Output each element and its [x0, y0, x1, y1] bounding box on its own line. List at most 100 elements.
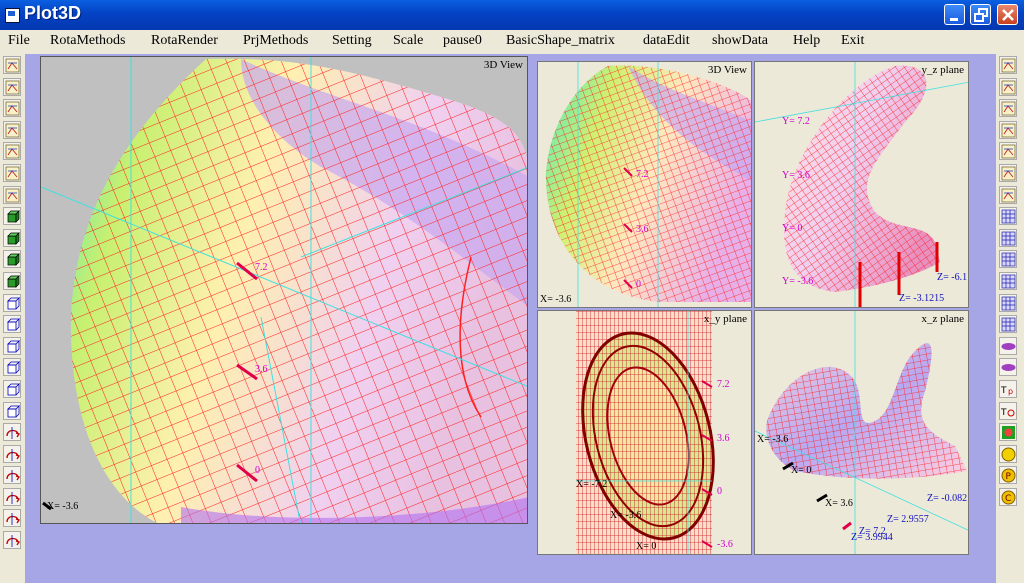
cube-icon	[7, 253, 20, 267]
grid-tool-button[interactable]	[999, 77, 1017, 96]
svg-text:T: T	[1000, 386, 1007, 396]
cube-outline-tool-button[interactable]	[3, 358, 21, 377]
menu-exit[interactable]: Exit	[841, 33, 864, 49]
net-icon	[1001, 274, 1016, 289]
cube-outline-tool-button[interactable]	[3, 293, 21, 312]
cube-tool-button[interactable]	[3, 207, 21, 226]
rotate-yz-tool-button[interactable]	[3, 509, 21, 528]
menu-pause0[interactable]: pause0	[443, 33, 482, 49]
main-marker-3: 0	[255, 465, 260, 476]
p-circle-icon: P	[1001, 468, 1016, 483]
xy-icon	[1001, 166, 1016, 181]
rotate-x-icon	[6, 427, 21, 440]
net-tool-button[interactable]	[999, 315, 1017, 334]
xy-x-label-1: X= -7.2	[576, 479, 608, 490]
view-icon	[5, 58, 20, 73]
yz-z-label-2: Z= -6.1	[937, 272, 968, 283]
cube-outline-tool-button[interactable]	[3, 401, 21, 420]
xz-plane-view[interactable]: x_z plane X= 3.6 X= 0 X= -3.6 Z= -0.082 …	[754, 310, 969, 555]
left-toolbar	[2, 56, 24, 553]
cube-outline-tool-button[interactable]	[3, 315, 21, 334]
menu-prjmethods[interactable]: PrjMethods	[243, 33, 308, 49]
cube-tool-button[interactable]	[3, 228, 21, 247]
menu-file[interactable]: File	[8, 33, 30, 49]
c-circle-icon: C	[1001, 490, 1016, 505]
yz-y-label-4: Y= -3.6	[782, 276, 814, 287]
tri-p-tool-button[interactable]: Tp	[999, 379, 1017, 398]
rotate-yz-icon	[6, 513, 21, 526]
menu-showdata[interactable]: showData	[712, 33, 768, 49]
title-bar: Plot3D	[0, 0, 1024, 30]
xy-icon	[5, 166, 20, 181]
cube-outline-tool-button[interactable]	[3, 379, 21, 398]
eye-tool-button[interactable]	[999, 358, 1017, 377]
xy-tool-button[interactable]	[3, 163, 21, 182]
net-tool-button[interactable]	[999, 228, 1017, 247]
menu-basicshape-matrix[interactable]: BasicShape_matrix	[506, 33, 615, 49]
small-3d-label: 3D View	[707, 64, 747, 76]
close-button[interactable]	[997, 4, 1018, 25]
net-tool-button[interactable]	[999, 293, 1017, 312]
color-tool-button[interactable]	[999, 423, 1017, 442]
net-tool-button[interactable]	[999, 207, 1017, 226]
menu-rotarender[interactable]: RotaRender	[151, 33, 218, 49]
minimize-button[interactable]	[944, 4, 965, 25]
xz-z-label-1: Z= -0.082	[927, 493, 968, 504]
texture-tool-button[interactable]	[999, 142, 1017, 161]
menu-dataedit[interactable]: dataEdit	[643, 33, 690, 49]
menu-scale[interactable]: Scale	[393, 33, 423, 49]
eye-tool-button[interactable]	[999, 336, 1017, 355]
yz-y-label-2: Y= 3.6	[782, 170, 810, 181]
c-circle-tool-button[interactable]: C	[999, 487, 1017, 506]
small-3d-view[interactable]: 3D View 7.2 3.6 0 X= -3.6	[537, 61, 752, 308]
cube-tool-button[interactable]	[3, 250, 21, 269]
menu-help[interactable]: Help	[793, 33, 820, 49]
xz-x-label-2: X= 0	[791, 465, 812, 476]
grid-tool-button[interactable]	[3, 77, 21, 96]
texture-icon	[5, 145, 20, 159]
xy-marker-3: 0	[717, 486, 722, 497]
menu-setting[interactable]: Setting	[332, 33, 372, 49]
mesh-tool-button[interactable]	[3, 99, 21, 118]
svg-text:C: C	[1005, 494, 1011, 504]
small-3d-marker-1: 7.2	[636, 169, 649, 180]
rotate-xz-icon	[6, 535, 21, 548]
p-circle-tool-button[interactable]: P	[999, 466, 1017, 485]
main-view-label: 3D View	[483, 59, 523, 71]
main-3d-view[interactable]: 3D View 7.2 3.6 0 X= -3.6	[40, 56, 528, 524]
cube-icon	[7, 210, 20, 224]
main-surface-render	[41, 57, 527, 523]
surface-tool-button[interactable]	[3, 120, 21, 139]
mesh-icon	[5, 101, 20, 116]
yz-plane-view[interactable]: y_z plane Y= 7.2 Y= 3.6 Y= 0 Y= -3.6 Z= …	[754, 61, 969, 308]
view-tool-button[interactable]	[999, 56, 1017, 74]
surface-tool-button[interactable]	[999, 120, 1017, 139]
net-tool-button[interactable]	[999, 271, 1017, 290]
cube-outline-tool-button[interactable]	[3, 336, 21, 355]
xz-z-label-2: Z= 2.9557	[887, 514, 929, 525]
xz-tool-button[interactable]	[3, 185, 21, 204]
xy-x-label-3: X= 0	[636, 541, 657, 552]
xz-plane-label: x_z plane	[921, 313, 964, 325]
smile-tool-button[interactable]	[999, 444, 1017, 463]
app-icon[interactable]	[5, 8, 20, 23]
menu-rotamethods[interactable]: RotaMethods	[50, 33, 125, 49]
cube-outline-icon	[7, 382, 20, 396]
xy-tool-button[interactable]	[999, 163, 1017, 182]
rotate-x-tool-button[interactable]	[3, 423, 21, 442]
tri-r-tool-button[interactable]: T	[999, 401, 1017, 420]
xy-plane-view[interactable]: x_y plane X= -7.2 X= -3.6 X= 0 7.2 3.6 0…	[537, 310, 752, 555]
rotate-xy-tool-button[interactable]	[3, 487, 21, 506]
mesh-tool-button[interactable]	[999, 99, 1017, 118]
rotate-y-tool-button[interactable]	[3, 444, 21, 463]
net-tool-button[interactable]	[999, 250, 1017, 269]
restore-button[interactable]	[970, 4, 991, 25]
rotate-xz-tool-button[interactable]	[3, 531, 21, 550]
cube-tool-button[interactable]	[3, 271, 21, 290]
view-tool-button[interactable]	[3, 56, 21, 74]
xy-marker-1: 7.2	[717, 379, 730, 390]
rotate-z-tool-button[interactable]	[3, 466, 21, 485]
texture-tool-button[interactable]	[3, 142, 21, 161]
xz-tool-button[interactable]	[999, 185, 1017, 204]
xy-x-label-2: X= -3.6	[610, 510, 642, 521]
